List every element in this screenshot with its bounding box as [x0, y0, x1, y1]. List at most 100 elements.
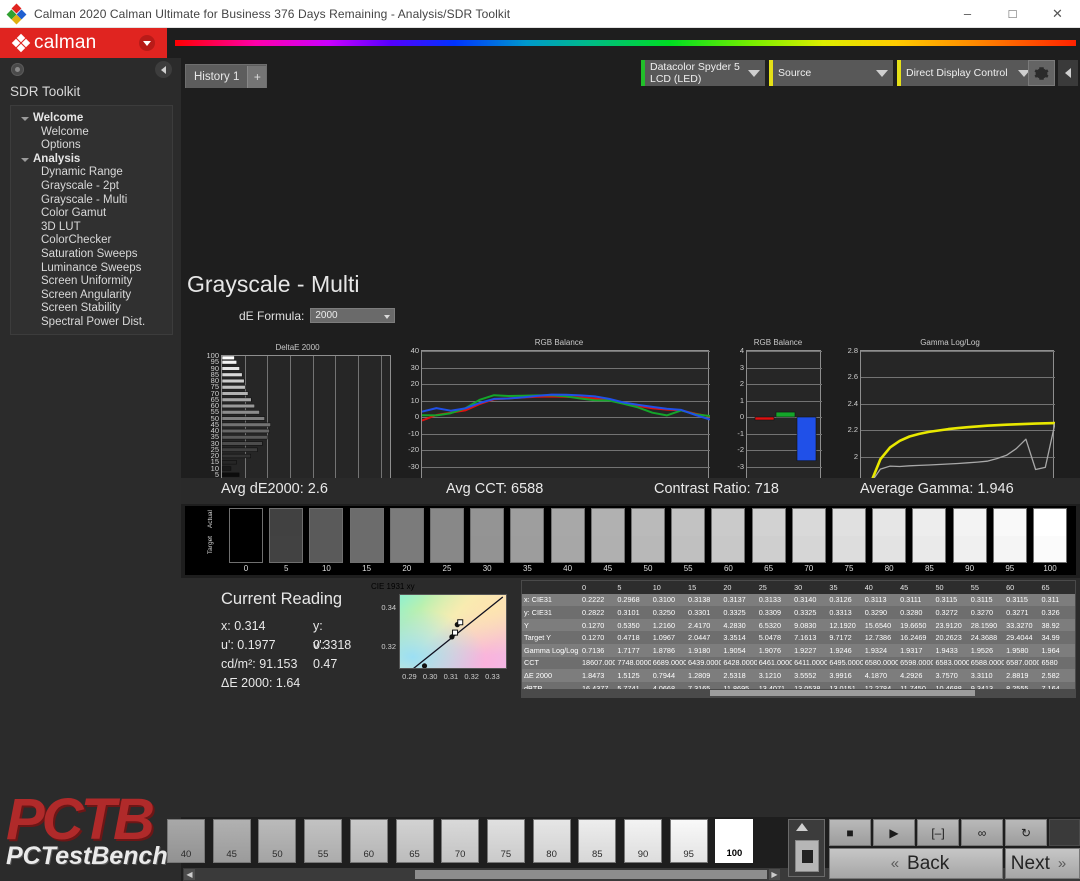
scroll-left-icon[interactable]: ◀: [184, 869, 195, 880]
patch-button-55[interactable]: 55: [304, 819, 342, 863]
patch-55[interactable]: [671, 508, 705, 563]
table-horizontal-scrollbar[interactable]: [522, 689, 1075, 697]
maximize-button[interactable]: □: [990, 0, 1035, 28]
patch-5[interactable]: [269, 508, 303, 563]
patch-25[interactable]: [430, 508, 464, 563]
patch-button-90[interactable]: 90: [624, 819, 662, 863]
patch-level-label: 85: [912, 564, 946, 573]
scroll-right-icon[interactable]: ▶: [769, 869, 780, 880]
window-title: Calman 2020 Calman Ultimate for Business…: [34, 7, 510, 21]
plot-area: [860, 350, 1054, 482]
y-tick-label: 0: [400, 412, 419, 421]
right-panel-collapse-icon[interactable]: [1058, 60, 1078, 86]
meter-dropdown[interactable]: Datacolor Spyder 5 LCD (LED): [641, 60, 765, 86]
settings-button[interactable]: [1028, 60, 1055, 86]
patch-button-70[interactable]: 70: [441, 819, 479, 863]
play-button[interactable]: ▶: [873, 819, 915, 846]
patch-10[interactable]: [309, 508, 343, 563]
y-tick-label: 2.4: [838, 399, 858, 408]
table-cell: 1.7177: [615, 644, 650, 657]
table-cell: 2.5318: [721, 669, 756, 682]
stop-measure-button[interactable]: [795, 840, 819, 872]
minimize-button[interactable]: –: [945, 0, 990, 28]
patch-button-50[interactable]: 50: [258, 819, 296, 863]
patch-90[interactable]: [953, 508, 987, 563]
patch-button-95[interactable]: 95: [670, 819, 708, 863]
measure-single-button[interactable]: [–]: [917, 819, 959, 846]
add-history-tab-button[interactable]: +: [247, 66, 266, 88]
source-dropdown[interactable]: Source: [769, 60, 893, 86]
sidebar-item-color-gamut[interactable]: Color Gamut: [11, 207, 172, 221]
patch-button-85[interactable]: 85: [578, 819, 616, 863]
table-cell: 6439.0000: [686, 657, 721, 670]
patch-level-label: 65: [752, 564, 786, 573]
patch-65[interactable]: [752, 508, 786, 563]
sidebar-item-dynamic-range[interactable]: Dynamic Range: [11, 166, 172, 180]
cie-y-tick-label: 0.34: [371, 603, 396, 612]
table-row: y: CIE310.28220.31010.32500.33010.33250.…: [522, 606, 1075, 619]
cie-x-tick-label: 0.31: [440, 672, 462, 681]
calman-menu-chevron-icon[interactable]: [139, 35, 155, 51]
patch-70[interactable]: [792, 508, 826, 563]
patch-100[interactable]: [1033, 508, 1067, 563]
extra-button[interactable]: [1049, 819, 1080, 846]
table-cell: 28.1590: [969, 619, 1004, 632]
sidebar-item-options[interactable]: Options: [11, 139, 172, 153]
patch-button-45[interactable]: 45: [213, 819, 251, 863]
next-button[interactable]: Next »: [1005, 848, 1080, 879]
patch-15[interactable]: [350, 508, 384, 563]
patch-40[interactable]: [551, 508, 585, 563]
display-control-dropdown[interactable]: Direct Display Control: [897, 60, 1035, 86]
source-chevron-down-icon[interactable]: [871, 60, 893, 86]
sidebar-item-screen-angularity[interactable]: Screen Angularity: [11, 289, 172, 303]
sidebar-item-welcome[interactable]: Welcome: [11, 126, 172, 140]
patch-button-100[interactable]: 100: [715, 819, 753, 863]
patch-button-75[interactable]: 75: [487, 819, 525, 863]
patch-85[interactable]: [912, 508, 946, 563]
sidebar-item-luminance-sweeps[interactable]: Luminance Sweeps: [11, 262, 172, 276]
patch-button-65[interactable]: 65: [396, 819, 434, 863]
patch-45[interactable]: [591, 508, 625, 563]
patch-95[interactable]: [993, 508, 1027, 563]
patch-75[interactable]: [832, 508, 866, 563]
sidebar-item-colorchecker[interactable]: ColorChecker: [11, 234, 172, 248]
sidebar-item-welcome[interactable]: Welcome: [11, 112, 172, 126]
sidebar-item-saturation-sweeps[interactable]: Saturation Sweeps: [11, 248, 172, 262]
table-scroll-thumb[interactable]: [710, 690, 975, 696]
bottom-scroll-thumb[interactable]: [415, 870, 767, 879]
sidebar-item-spectral-power-dist[interactable]: Spectral Power Dist.: [11, 316, 172, 330]
history-tab[interactable]: History 1 +: [185, 64, 267, 88]
patch-50[interactable]: [631, 508, 665, 563]
patch-button-40[interactable]: 40: [167, 819, 205, 863]
refresh-button[interactable]: ↻: [1005, 819, 1047, 846]
expand-up-icon[interactable]: [796, 823, 808, 831]
sidebar-item-grayscale-2pt[interactable]: Grayscale - 2pt: [11, 180, 172, 194]
patch-actual: [833, 509, 865, 536]
patch-80[interactable]: [872, 508, 906, 563]
measure-panel[interactable]: [788, 819, 825, 877]
calman-logo[interactable]: calman: [0, 28, 167, 58]
sidebar-item-3d-lut[interactable]: 3D LUT: [11, 221, 172, 235]
patch-0[interactable]: [229, 508, 263, 563]
sidebar-item-screen-stability[interactable]: Screen Stability: [11, 302, 172, 316]
patch-35[interactable]: [510, 508, 544, 563]
patch-30[interactable]: [470, 508, 504, 563]
patch-20[interactable]: [390, 508, 424, 563]
patch-button-60[interactable]: 60: [350, 819, 388, 863]
patch-button-80[interactable]: 80: [533, 819, 571, 863]
window-controls: – □ ✕: [945, 0, 1080, 28]
patch-60[interactable]: [711, 508, 745, 563]
table-cell: 1.9580: [1004, 644, 1039, 657]
meter-chevron-down-icon[interactable]: [743, 60, 765, 86]
close-button[interactable]: ✕: [1035, 0, 1080, 28]
sidebar-collapse-icon[interactable]: [155, 61, 172, 78]
sidebar-item-grayscale-multi[interactable]: Grayscale - Multi: [11, 194, 172, 208]
sidebar-item-screen-uniformity[interactable]: Screen Uniformity: [11, 275, 172, 289]
de-formula-select[interactable]: 2000: [310, 308, 395, 323]
plot-area: [221, 355, 391, 480]
stop-button[interactable]: ■: [829, 819, 871, 846]
back-button[interactable]: « Back: [829, 848, 1003, 879]
reading-x: x: 0.314: [221, 619, 265, 633]
continuous-button[interactable]: ∞: [961, 819, 1003, 846]
sidebar-item-analysis[interactable]: Analysis: [11, 153, 172, 167]
